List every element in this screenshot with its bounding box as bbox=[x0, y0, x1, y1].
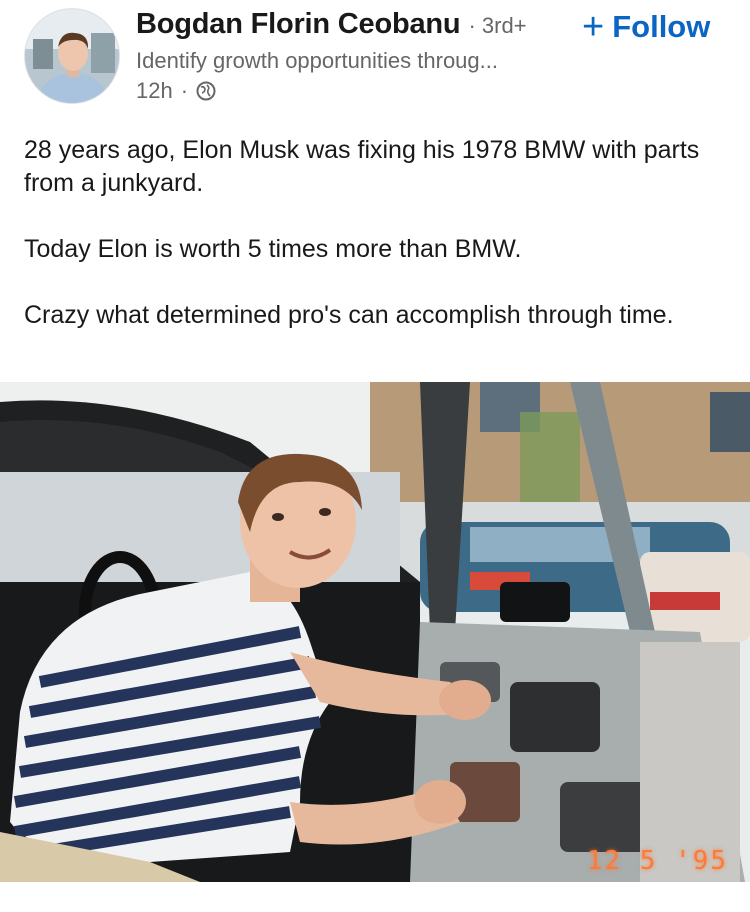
post-paragraph: Today Elon is worth 5 times more than BM… bbox=[24, 235, 522, 263]
author-name[interactable]: Bogdan Florin Ceobanu bbox=[136, 8, 461, 41]
connection-degree: · 3rd+ bbox=[468, 13, 527, 38]
avatar-photo bbox=[25, 9, 119, 103]
author-headline: Identify growth opportunities throug... bbox=[136, 48, 498, 73]
globe-icon bbox=[196, 81, 216, 101]
author-row: Bogdan Florin Ceobanu · 3rd+ bbox=[136, 8, 527, 41]
post-paragraph: Crazy what determined pro's can accompli… bbox=[24, 301, 674, 329]
post-text: 28 years ago, Elon Musk was fixing his 1… bbox=[24, 134, 724, 332]
post-image[interactable]: 12 5 '95 bbox=[0, 382, 750, 882]
plus-icon: + bbox=[582, 6, 605, 48]
meta-separator: · bbox=[180, 78, 189, 103]
post-paragraph: 28 years ago, Elon Musk was fixing his 1… bbox=[24, 136, 700, 197]
photo-elon-fixing-car bbox=[0, 382, 750, 882]
post-time: 12h bbox=[136, 78, 173, 103]
bottom-spacer bbox=[0, 882, 750, 912]
post-meta: 12h · bbox=[136, 78, 216, 104]
follow-button[interactable]: + Follow bbox=[582, 8, 710, 46]
photo-date-stamp: 12 5 '95 bbox=[586, 846, 728, 876]
post-header: Bogdan Florin Ceobanu · 3rd+ + Follow Id… bbox=[0, 0, 750, 120]
avatar[interactable] bbox=[24, 8, 120, 104]
follow-label: Follow bbox=[612, 9, 711, 44]
